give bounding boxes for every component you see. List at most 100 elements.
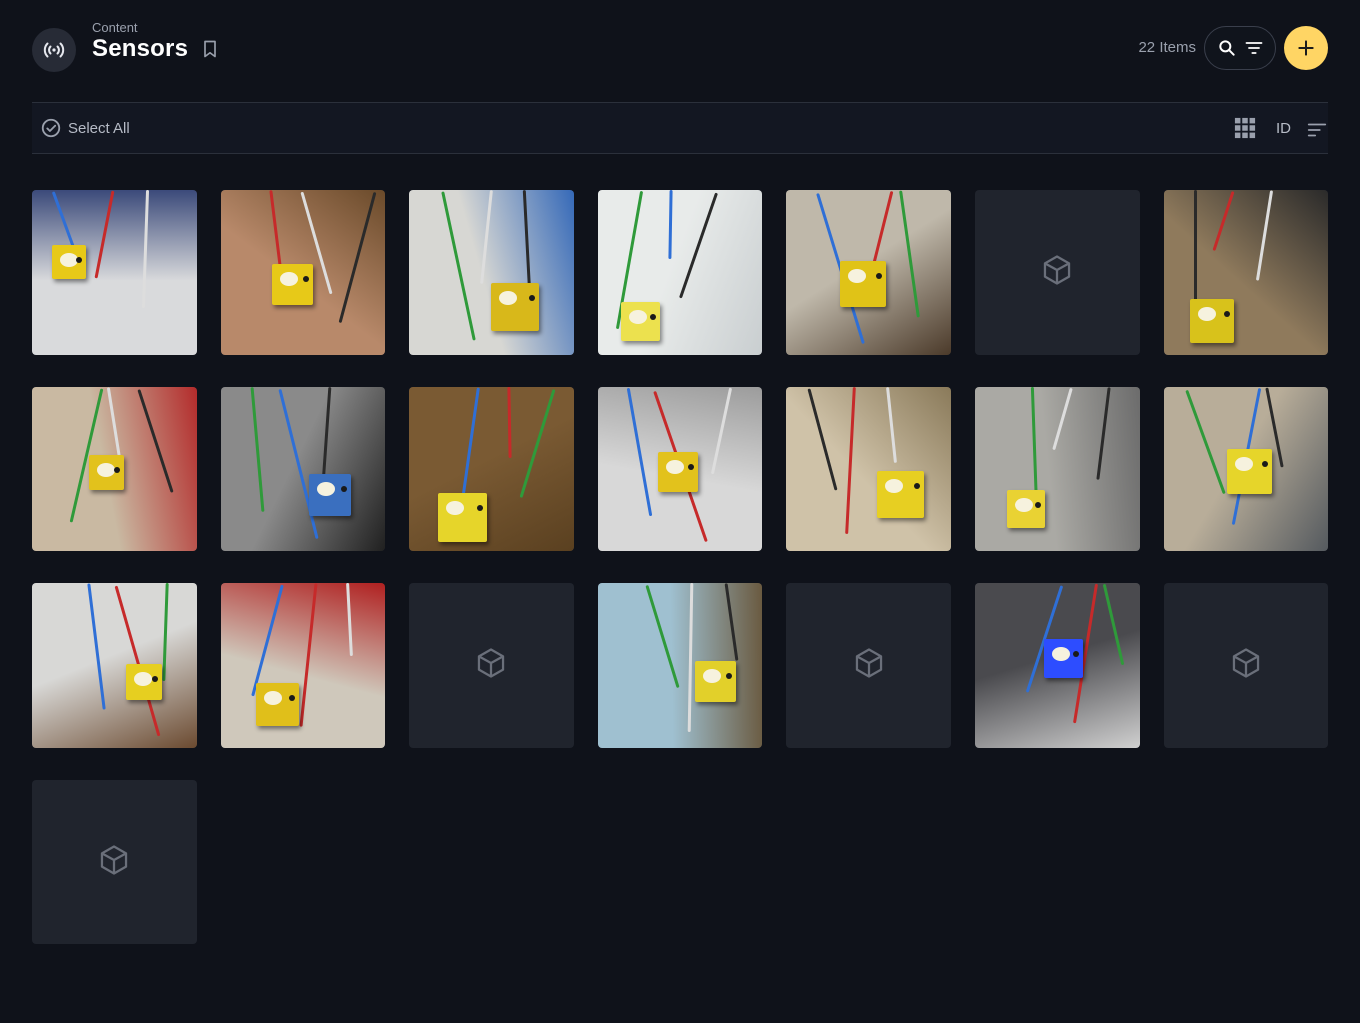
sensor-card[interactable] <box>1163 190 1329 355</box>
sensor-device <box>1006 489 1045 528</box>
wire <box>87 583 106 710</box>
wire <box>114 585 161 737</box>
wire <box>441 191 476 341</box>
search-filter-group <box>1204 26 1276 70</box>
plus-icon <box>1298 40 1314 56</box>
sensor-card[interactable] <box>220 386 386 552</box>
cube-icon <box>1229 646 1263 685</box>
sensor-card[interactable] <box>1163 386 1329 552</box>
wire <box>1096 386 1111 480</box>
list-toolbar: Select All ID <box>32 102 1328 154</box>
search-icon[interactable] <box>1217 38 1237 58</box>
wire <box>886 386 898 463</box>
wire <box>480 190 494 284</box>
sensor-device <box>620 302 660 341</box>
item-grid <box>32 190 1329 945</box>
wire <box>106 386 123 466</box>
sensor-card[interactable] <box>597 386 763 552</box>
sensor-card[interactable] <box>32 779 197 945</box>
check-circle-icon <box>41 118 61 138</box>
filter-icon[interactable] <box>1244 38 1264 58</box>
sensor-broadcast-icon[interactable] <box>32 28 76 72</box>
sensor-card[interactable] <box>32 386 197 552</box>
wire <box>299 583 318 727</box>
wire <box>645 585 680 689</box>
wire <box>668 190 673 260</box>
sensor-card[interactable] <box>974 583 1140 748</box>
wire <box>899 190 921 318</box>
sensor-device <box>491 283 540 331</box>
sensor-photo <box>1163 386 1329 552</box>
sensor-device <box>271 264 313 305</box>
sensor-card[interactable] <box>220 190 386 355</box>
sensor-device <box>438 492 488 542</box>
wire <box>507 386 512 458</box>
wire <box>51 191 76 249</box>
sensor-card[interactable] <box>220 583 386 748</box>
sensor-card[interactable] <box>32 583 197 748</box>
sensor-photo <box>597 190 763 355</box>
sensor-card[interactable] <box>786 386 951 552</box>
sort-icon[interactable] <box>1306 119 1328 146</box>
sensor-device <box>877 470 925 518</box>
sensor-card[interactable] <box>786 190 951 355</box>
add-item-button[interactable] <box>1284 26 1328 70</box>
sensor-photo <box>597 386 763 552</box>
wire <box>250 386 265 512</box>
sensor-card[interactable] <box>409 386 574 552</box>
sensor-photo <box>220 190 386 355</box>
sensor-photo <box>220 583 386 748</box>
wire <box>724 583 739 662</box>
sensor-card[interactable] <box>1163 583 1329 748</box>
wire <box>1102 583 1125 666</box>
grid-view-icon[interactable] <box>1234 117 1256 144</box>
sensor-card[interactable] <box>32 190 197 355</box>
sensor-device <box>1189 299 1234 343</box>
sensor-device <box>1043 639 1083 679</box>
wire <box>137 388 174 493</box>
sensor-device <box>52 245 86 279</box>
wire <box>268 190 282 267</box>
sensor-photo <box>597 583 763 748</box>
sensor-photo <box>220 386 386 552</box>
sensor-device <box>840 261 887 307</box>
wire <box>1052 387 1073 450</box>
sensor-device <box>694 661 736 703</box>
sensor-card[interactable] <box>597 583 763 748</box>
cube-icon <box>97 843 131 882</box>
sensor-photo <box>974 386 1140 552</box>
sensor-photo <box>786 190 951 355</box>
sensor-card[interactable] <box>597 190 763 355</box>
wire <box>250 584 284 697</box>
sensor-card[interactable] <box>974 386 1140 552</box>
sensor-photo <box>974 583 1140 748</box>
sensor-device <box>89 454 124 490</box>
wire <box>1184 389 1226 494</box>
wire <box>687 583 694 733</box>
breadcrumb[interactable]: Content <box>92 20 138 35</box>
sensor-photo <box>32 583 197 748</box>
sensor-device <box>255 683 299 727</box>
sensor-device <box>126 664 162 701</box>
wire <box>338 191 377 324</box>
sensor-photo <box>1163 190 1329 355</box>
page-title: Sensors <box>92 35 189 62</box>
sensor-card[interactable] <box>409 190 574 355</box>
cube-icon <box>852 646 886 685</box>
wire <box>94 190 115 279</box>
wire <box>345 583 353 657</box>
sensor-card[interactable] <box>409 583 574 748</box>
wire <box>278 388 319 539</box>
select-all-label: Select All <box>68 119 130 137</box>
wire <box>141 190 150 309</box>
select-all-button[interactable]: Select All <box>40 117 130 139</box>
cube-icon <box>474 646 508 685</box>
sensor-card[interactable] <box>786 583 951 748</box>
bookmark-icon[interactable] <box>200 39 220 59</box>
sensor-card[interactable] <box>974 190 1140 355</box>
sensor-device <box>657 451 698 492</box>
sensor-photo <box>32 386 197 552</box>
wire <box>1255 190 1273 281</box>
sensor-photo <box>409 190 574 355</box>
sort-field[interactable]: ID <box>1276 120 1291 137</box>
